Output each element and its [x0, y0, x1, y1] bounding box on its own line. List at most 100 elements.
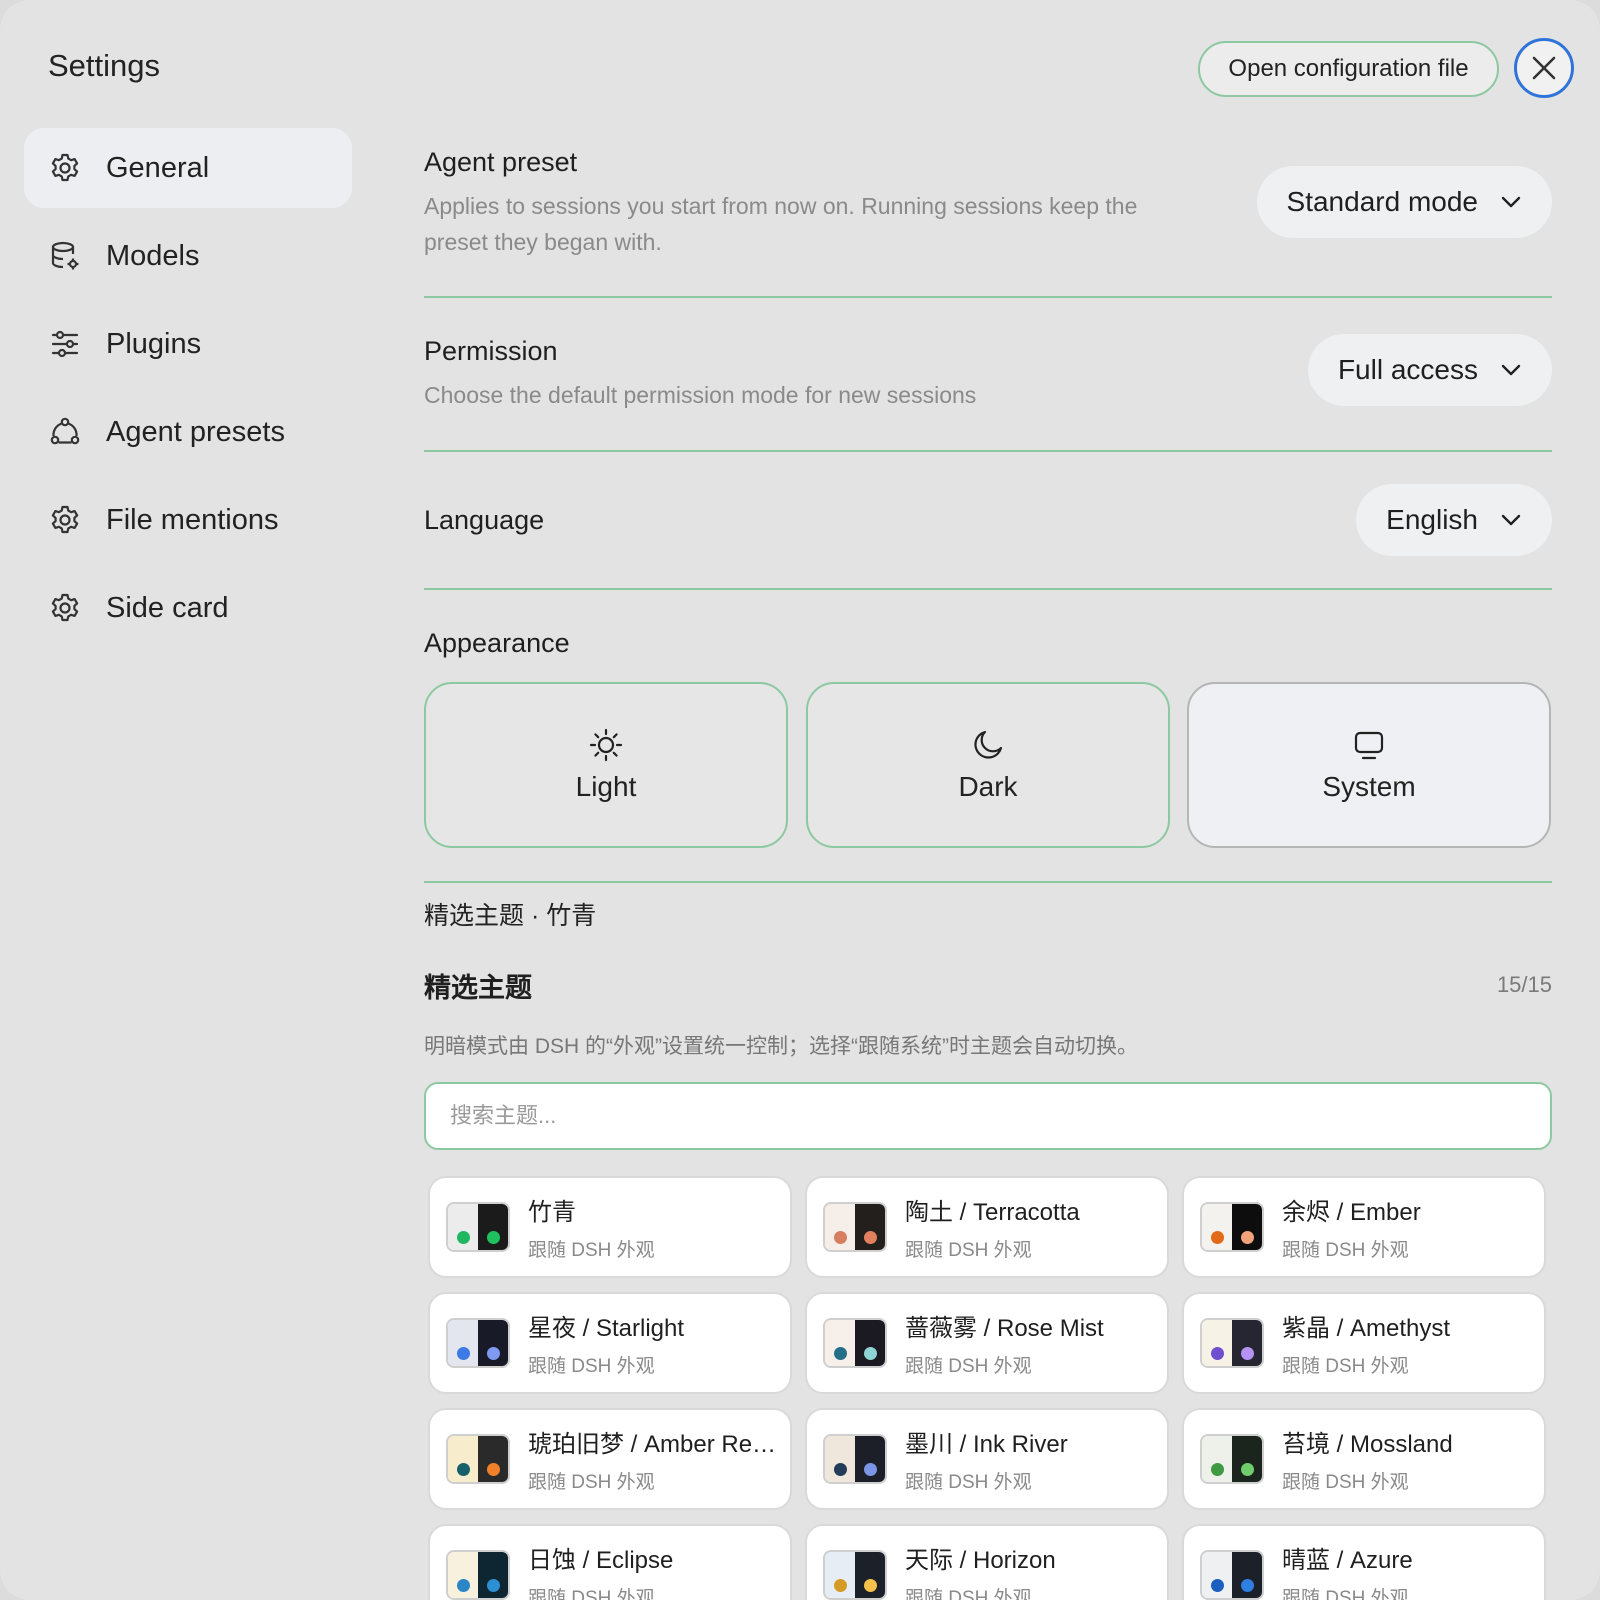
theme-name: 琥珀旧梦 / Amber Reverie [528, 1431, 784, 1458]
swatch-dot [487, 1347, 500, 1360]
swatch-half [448, 1320, 478, 1366]
sidebar-item-side-card[interactable]: Side card [24, 568, 352, 648]
swatch-dot [487, 1579, 500, 1592]
theme-swatch [823, 1202, 887, 1252]
swatch-half [478, 1552, 508, 1598]
theme-card[interactable]: 琥珀旧梦 / Amber Reverie 跟随 DSH 外观 [428, 1408, 792, 1510]
swatch-dot [457, 1463, 470, 1476]
theme-swatch [1200, 1318, 1264, 1368]
theme-name: 紫晶 / Amethyst [1282, 1315, 1451, 1342]
current-theme-label: 精选主题 · 竹青 [424, 902, 597, 930]
theme-card[interactable]: 晴蓝 / Azure 跟随 DSH 外观 [1182, 1524, 1546, 1600]
theme-swatch [446, 1202, 510, 1252]
theme-subtitle: 跟随 DSH 外观 [528, 1240, 655, 1261]
swatch-dot [1241, 1579, 1254, 1592]
chevron-down-icon [1500, 509, 1522, 531]
sidebar-item-models[interactable]: Models [24, 216, 352, 296]
open-config-button[interactable]: Open configuration file [1198, 41, 1499, 97]
swatch-dot [834, 1579, 847, 1592]
swatch-dot [1211, 1231, 1224, 1244]
theme-card[interactable]: 日蚀 / Eclipse 跟随 DSH 外观 [428, 1524, 792, 1600]
swatch-half [825, 1320, 855, 1366]
sun-icon [589, 727, 623, 763]
page-title: Settings [48, 48, 161, 83]
appearance-dark-option[interactable]: Dark [806, 682, 1170, 848]
sidebar-item-label: Agent presets [106, 415, 285, 448]
theme-name: 墨川 / Ink River [905, 1431, 1068, 1458]
theme-card-text: 陶土 / Terracotta 跟随 DSH 外观 [905, 1192, 1080, 1262]
divider [424, 881, 1552, 883]
sidebar-item-general[interactable]: General [24, 128, 352, 208]
permission-dropdown[interactable]: Full access [1307, 334, 1552, 406]
theme-subtitle: 跟随 DSH 外观 [528, 1588, 655, 1600]
theme-swatch [823, 1434, 887, 1484]
appearance-option-label: Light [575, 771, 637, 802]
swatch-dot [1241, 1231, 1254, 1244]
theme-name: 晴蓝 / Azure [1282, 1547, 1413, 1574]
close-button[interactable] [1514, 38, 1574, 98]
theme-card-text: 星夜 / Starlight 跟随 DSH 外观 [528, 1308, 684, 1378]
sidebar-item-label: Plugins [106, 327, 202, 360]
swatch-dot [864, 1231, 877, 1244]
gear-icon [48, 151, 82, 185]
swatch-dot [457, 1231, 470, 1244]
theme-card[interactable]: 星夜 / Starlight 跟随 DSH 外观 [428, 1292, 792, 1394]
swatch-half [1202, 1204, 1232, 1250]
theme-search-input[interactable] [424, 1082, 1552, 1150]
theme-name: 余烬 / Ember [1282, 1199, 1421, 1226]
agent-preset-row: Agent preset Applies to sessions you sta… [424, 128, 1552, 298]
gear-icon [48, 503, 82, 537]
theme-name: 陶土 / Terracotta [905, 1199, 1080, 1226]
swatch-half [448, 1436, 478, 1482]
swatch-dot [457, 1347, 470, 1360]
swatch-half [855, 1320, 885, 1366]
language-dropdown[interactable]: English [1356, 484, 1552, 556]
theme-name: 竹青 [528, 1199, 576, 1226]
theme-swatch [1200, 1434, 1264, 1484]
themes-heading: 精选主题 [424, 973, 532, 1003]
theme-card[interactable]: 余烬 / Ember 跟随 DSH 外观 [1182, 1176, 1546, 1278]
chevron-down-icon [1500, 191, 1522, 213]
gear-icon [48, 591, 82, 625]
theme-card[interactable]: 紫晶 / Amethyst 跟随 DSH 外观 [1182, 1292, 1546, 1394]
appearance-system-option[interactable]: System [1187, 682, 1551, 848]
theme-subtitle: 跟随 DSH 外观 [905, 1472, 1032, 1493]
sidebar-item-file-mentions[interactable]: File mentions [24, 480, 352, 560]
sidebar: General Models Plugins Agent presets Fil… [24, 128, 352, 656]
theme-card-text: 琥珀旧梦 / Amber Reverie 跟随 DSH 外观 [528, 1424, 784, 1494]
theme-name: 苔境 / Mossland [1282, 1431, 1453, 1458]
sidebar-item-plugins[interactable]: Plugins [24, 304, 352, 384]
swatch-dot [1241, 1347, 1254, 1360]
theme-card[interactable]: 墨川 / Ink River 跟随 DSH 外观 [805, 1408, 1169, 1510]
sidebar-item-label: Models [106, 239, 200, 272]
settings-window: Settings Open configuration file General… [0, 0, 1600, 1600]
theme-card[interactable]: 陶土 / Terracotta 跟随 DSH 外观 [805, 1176, 1169, 1278]
appearance-light-option[interactable]: Light [424, 682, 788, 848]
language-row: Language English [424, 452, 1552, 590]
theme-subtitle: 跟随 DSH 外观 [1282, 1356, 1409, 1377]
sidebar-item-label: File mentions [106, 503, 279, 536]
swatch-half [1232, 1320, 1262, 1366]
swatch-dot [1211, 1347, 1224, 1360]
swatch-dot [834, 1463, 847, 1476]
swatch-half [1232, 1552, 1262, 1598]
swatch-dot [487, 1231, 500, 1244]
theme-card[interactable]: 蔷薇雾 / Rose Mist 跟随 DSH 外观 [805, 1292, 1169, 1394]
themes-count: 15/15 [1496, 972, 1552, 997]
theme-name: 天际 / Horizon [905, 1547, 1056, 1574]
theme-card[interactable]: 天际 / Horizon 跟随 DSH 外观 [805, 1524, 1169, 1600]
theme-subtitle: 跟随 DSH 外观 [1282, 1588, 1409, 1600]
theme-card[interactable]: 竹青跟随 DSH 外观 [428, 1176, 792, 1278]
theme-card-text: 竹青跟随 DSH 外观 [528, 1192, 655, 1262]
appearance-option-label: System [1322, 771, 1416, 802]
swatch-half [825, 1204, 855, 1250]
swatch-half [478, 1320, 508, 1366]
appearance-option-label: Dark [958, 771, 1018, 802]
agent-preset-dropdown[interactable]: Standard mode [1256, 166, 1552, 238]
sidebar-item-agent-presets[interactable]: Agent presets [24, 392, 352, 472]
theme-swatch [446, 1318, 510, 1368]
theme-card[interactable]: 苔境 / Mossland 跟随 DSH 外观 [1182, 1408, 1546, 1510]
swatch-dot [864, 1463, 877, 1476]
swatch-half [448, 1552, 478, 1598]
close-icon [1532, 56, 1556, 80]
